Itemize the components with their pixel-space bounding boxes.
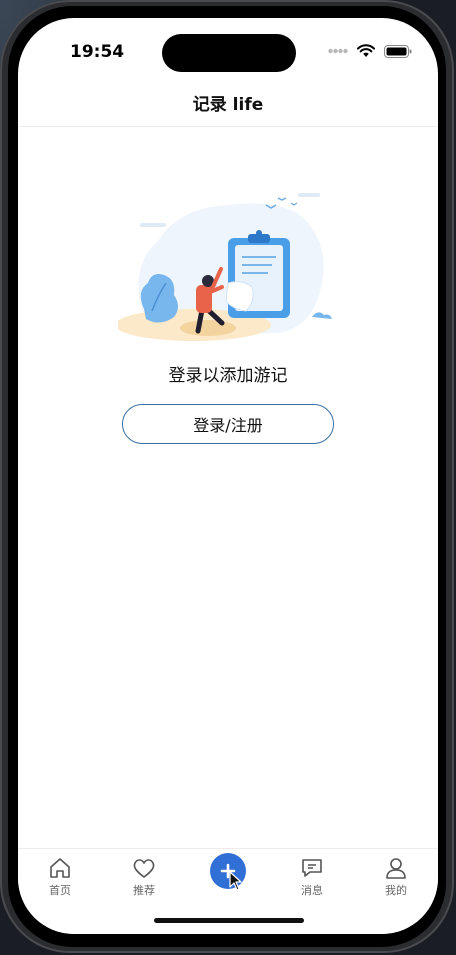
heart-icon (133, 859, 155, 878)
login-register-button[interactable]: 登录/注册 (122, 404, 334, 444)
empty-state-illustration (118, 193, 332, 341)
mouse-cursor-icon (229, 871, 242, 891)
signal-icon (328, 48, 348, 54)
profile-icon (386, 858, 406, 879)
page-title: 记录 life (192, 95, 264, 115)
tab-profile[interactable]: 我的 (366, 849, 426, 898)
status-bar: 19:54 (18, 18, 438, 78)
tab-recommend[interactable]: 推荐 (114, 849, 174, 898)
tab-home-label: 首页 (49, 884, 71, 897)
tab-messages-label: 消息 (301, 884, 323, 897)
login-prompt-text: 登录以添加游记 (168, 366, 288, 386)
wifi-icon (357, 44, 375, 57)
tab-home[interactable]: 首页 (30, 849, 90, 898)
tab-recommend-label: 推荐 (133, 884, 155, 897)
home-icon (50, 858, 70, 878)
tab-messages[interactable]: 消息 (282, 849, 342, 898)
app-screen: 19:54 记录 life 登录以添加游记 登录/注册 首页 推荐 消息 我的 (18, 18, 438, 934)
tab-profile-label: 我的 (385, 884, 407, 897)
message-icon (302, 859, 322, 877)
status-time: 19:54 (70, 42, 125, 62)
status-icons (328, 44, 412, 58)
nav-divider (18, 126, 438, 127)
dynamic-island (162, 34, 296, 72)
battery-icon (384, 44, 412, 58)
home-indicator (154, 918, 304, 923)
